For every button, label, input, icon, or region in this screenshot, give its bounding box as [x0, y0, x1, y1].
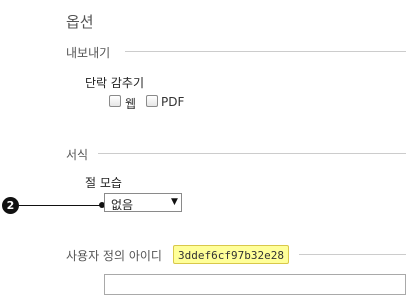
custom-id-label: 사용자 정의 아이디: [66, 249, 162, 263]
web-checkbox[interactable]: [109, 95, 121, 107]
page-title: 옵션: [66, 13, 94, 31]
format-section-divider: [98, 153, 406, 154]
export-section-divider: [125, 51, 406, 52]
chevron-down-icon: ▼: [171, 197, 178, 207]
web-checkbox-label[interactable]: 웹: [125, 95, 136, 112]
pdf-checkbox-label[interactable]: PDF: [161, 95, 184, 109]
custom-id-divider: [299, 254, 406, 255]
custom-id-input[interactable]: [104, 274, 406, 295]
callout-line: [19, 205, 101, 206]
format-section-label: 서식: [66, 148, 89, 162]
callout-badge: 2: [2, 197, 19, 214]
export-section-label: 내보내기: [66, 46, 111, 60]
pdf-checkbox[interactable]: [146, 95, 158, 107]
hide-paragraph-label: 단락 감추기: [85, 76, 145, 90]
paragraph-style-selected-value: 없음: [111, 198, 134, 212]
paragraph-style-label: 절 모습: [85, 176, 122, 190]
custom-id-value-badge: 3ddef6cf97b32e28: [173, 245, 289, 264]
paragraph-style-select[interactable]: 없음 ▼: [104, 193, 182, 212]
